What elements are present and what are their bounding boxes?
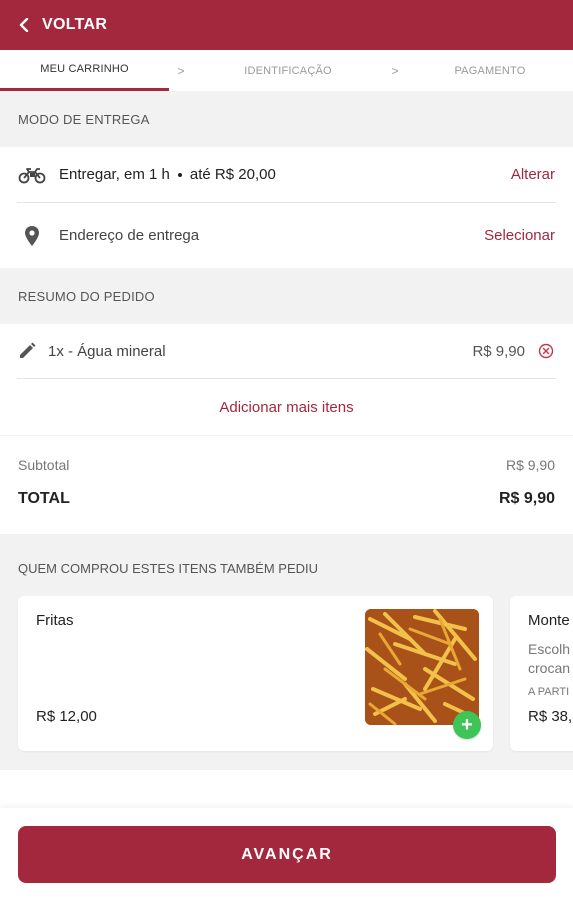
step-payment-label: PAGAMENTO xyxy=(454,64,526,77)
total-label: TOTAL xyxy=(18,490,70,507)
delivery-section-title: MODO DE ENTREGA xyxy=(18,111,150,127)
subtotal-row: Subtotal R$ 9,90 xyxy=(18,454,555,476)
total-value: R$ 9,90 xyxy=(498,490,555,507)
step-payment[interactable]: PAGAMENTO xyxy=(407,50,573,91)
price-prefix: A PARTI xyxy=(528,686,570,698)
location-pin-icon xyxy=(25,225,39,246)
product-description-line: crocan xyxy=(528,660,571,676)
product-description: Escolh crocan xyxy=(528,640,570,678)
advance-button[interactable]: AVANÇAR xyxy=(18,826,556,883)
motorcycle-icon xyxy=(18,167,46,183)
delivery-limit: até R$ 20,00 xyxy=(189,166,276,183)
bottom-action-bar: AVANÇAR xyxy=(0,808,573,900)
total-row: TOTAL R$ 9,90 xyxy=(18,488,555,510)
recommendations-carousel[interactable]: Fritas R$ 12,00 + Monte Escolh crocan A … xyxy=(0,596,573,756)
delivery-address-row[interactable]: Endereço de entrega Selecionar xyxy=(0,203,573,268)
change-delivery-button[interactable]: Alterar xyxy=(511,166,555,183)
step-separator: > xyxy=(177,63,185,78)
step-cart[interactable]: MEU CARRINHO xyxy=(0,50,169,91)
delivery-address-label: Endereço de entrega xyxy=(59,227,200,244)
add-product-button[interactable]: + xyxy=(453,711,481,739)
recommendation-card[interactable]: Monte Escolh crocan A PARTI R$ 38, xyxy=(510,596,573,751)
product-price: R$ 38, xyxy=(528,708,573,725)
recommendations-title: QUEM COMPROU ESTES ITENS TAMBÉM PEDIU xyxy=(18,560,318,576)
add-more-items-button[interactable]: Adicionar mais itens xyxy=(219,399,353,416)
product-image xyxy=(365,609,479,725)
step-identification-label: IDENTIFICAÇÃO xyxy=(244,64,332,77)
checkout-steps: MEU CARRINHO > IDENTIFICAÇÃO > PAGAMENTO xyxy=(0,50,573,91)
fries-image xyxy=(365,609,479,725)
pencil-icon[interactable] xyxy=(18,342,36,360)
top-bar: VOLTAR xyxy=(0,0,573,50)
order-item-price: R$ 9,90 xyxy=(472,342,525,360)
subtotal-value: R$ 9,90 xyxy=(505,457,555,473)
order-card: 1x - Água mineral R$ 9,90 Adicionar mais… xyxy=(0,324,573,435)
order-section-title: RESUMO DO PEDIDO xyxy=(18,288,155,304)
separator-dot xyxy=(177,172,182,177)
product-name: Fritas xyxy=(36,612,74,629)
delivery-mode-text: Entregar, em 1 h até R$ 20,00 xyxy=(59,166,511,183)
subtotal-label: Subtotal xyxy=(18,457,70,473)
order-item-description: 1x - Água mineral xyxy=(48,342,166,360)
chevron-left-icon xyxy=(19,18,29,32)
back-button[interactable]: VOLTAR xyxy=(18,16,107,34)
product-name: Monte xyxy=(528,612,570,629)
step-identification[interactable]: IDENTIFICAÇÃO xyxy=(193,50,383,91)
delivery-mode-row: Entregar, em 1 h até R$ 20,00 Alterar xyxy=(0,147,573,202)
add-more-items-row: Adicionar mais itens xyxy=(0,379,573,435)
delivery-mode: Entregar, em 1 h xyxy=(59,166,170,183)
delivery-card: Entregar, em 1 h até R$ 20,00 Alterar En… xyxy=(0,147,573,268)
totals-card: Subtotal R$ 9,90 TOTAL R$ 9,90 xyxy=(0,436,573,534)
product-price: R$ 12,00 xyxy=(36,708,97,725)
order-item-row: 1x - Água mineral R$ 9,90 xyxy=(0,324,573,378)
remove-circle-icon[interactable] xyxy=(537,342,555,360)
product-description-line: Escolh xyxy=(528,641,571,657)
step-separator: > xyxy=(391,63,399,78)
recommendation-card[interactable]: Fritas R$ 12,00 + xyxy=(18,596,493,751)
select-address-button[interactable]: Selecionar xyxy=(484,227,555,244)
step-cart-label: MEU CARRINHO xyxy=(40,63,129,75)
back-label: VOLTAR xyxy=(42,16,108,33)
